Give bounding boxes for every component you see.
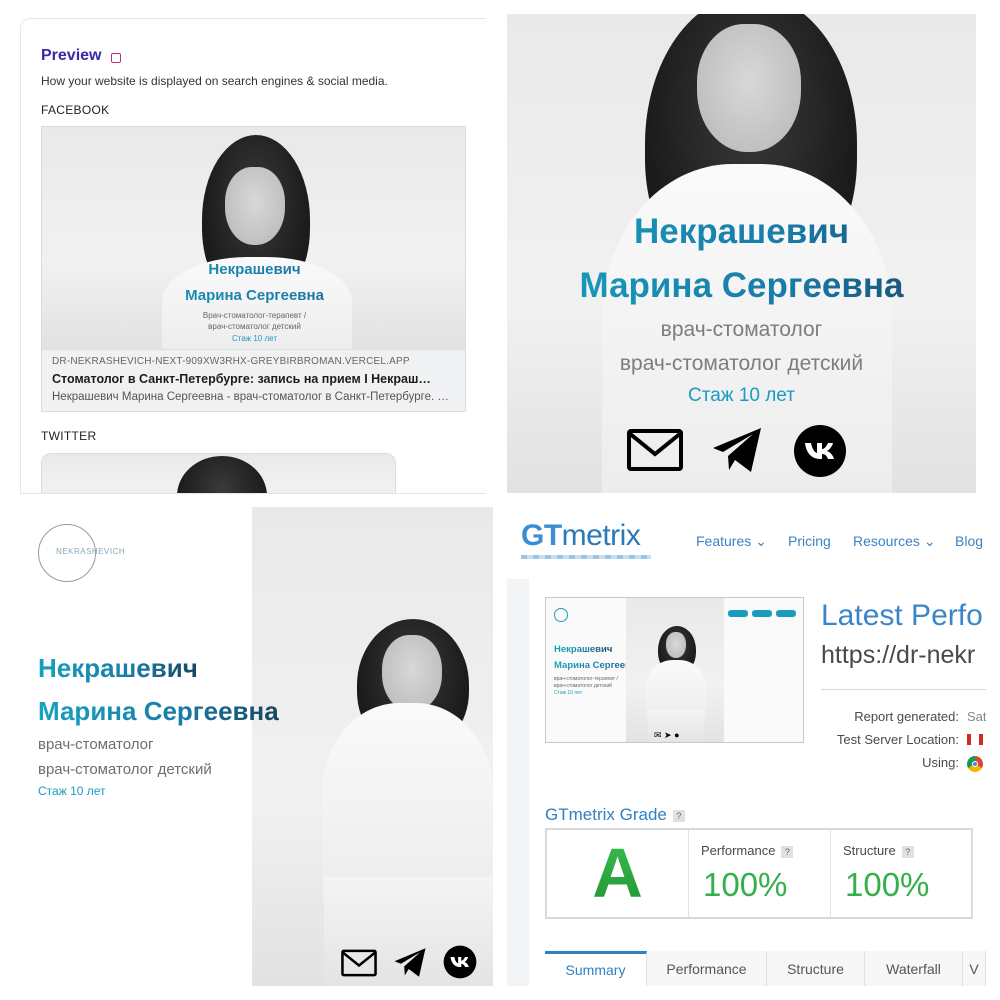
hero-job-line1: врач-стоматолог <box>38 736 154 753</box>
portrait-photo <box>42 454 395 493</box>
facebook-preview-meta: DR-NEKRASHEVICH-NEXT-909XW3RHX-GREYBIRBR… <box>42 349 465 411</box>
hero-large-panel: Некрашевич Марина Сергеевна врач-стомато… <box>507 14 976 493</box>
thumb-job-line1: врач-стоматолог-терапевт / <box>554 676 618 682</box>
card-name-line2: Марина Сергеевна <box>42 287 465 304</box>
thumb-pill <box>776 610 796 617</box>
help-icon[interactable]: ? <box>672 809 685 822</box>
mail-icon[interactable] <box>341 949 377 977</box>
hero-job-line1: врач-стоматолог <box>660 318 823 341</box>
help-icon[interactable]: ? <box>781 845 794 858</box>
card-job-line2: врач-стоматолог детский <box>208 322 301 331</box>
image-icon[interactable] <box>111 53 121 63</box>
hero-job-line2: врач-стоматолог детский <box>619 352 864 375</box>
thumb-pill <box>752 610 772 617</box>
hero-job-line2: врач-стоматолог детский <box>38 761 212 778</box>
thumb-contact-icons: ✉ ➤ ● <box>654 730 680 740</box>
facebook-url: DR-NEKRASHEVICH-NEXT-909XW3RHX-GREYBIRBR… <box>52 356 410 367</box>
report-heading: Latest Perfo <box>821 599 983 632</box>
nav-features[interactable]: Features ⌄ <box>696 533 767 550</box>
card-name-line1: Некрашевич <box>42 261 465 278</box>
hero-experience: Стаж 10 лет <box>688 385 795 406</box>
gtmetrix-header: GTmetrix Features ⌄ Pricing Resources ⌄ … <box>507 507 986 579</box>
facebook-section-label: FACEBOOK <box>41 103 110 117</box>
canada-flag-icon <box>967 734 983 745</box>
preview-title: Preview <box>41 47 102 64</box>
contact-icons <box>341 943 483 979</box>
hero-name-line1: Некрашевич <box>38 653 198 683</box>
page-screenshot-thumbnail[interactable]: Некрашевич Марина Сергеевна врач-стомато… <box>545 597 804 743</box>
facebook-preview-card[interactable]: Некрашевич Марина Сергеевна Врач-стомато… <box>41 126 466 412</box>
grade-title: GTmetrix Grade? <box>545 805 685 825</box>
nav-pricing[interactable]: Pricing <box>788 533 831 549</box>
tab-performance[interactable]: Performance <box>647 951 767 986</box>
logo-underline <box>521 555 651 559</box>
logo <box>554 608 568 622</box>
portrait-photo <box>252 507 493 986</box>
hero-name-line2: Марина Сергеевна <box>507 266 976 306</box>
thumb-pill <box>728 610 748 617</box>
performance-metric: Performance? 100% <box>689 830 831 917</box>
chevron-down-icon: ⌄ <box>923 533 936 549</box>
telegram-icon[interactable] <box>393 947 427 978</box>
twitter-section-label: TWITTER <box>41 429 97 443</box>
server-location-label: Test Server Location: <box>836 732 959 747</box>
tab-structure[interactable]: Structure <box>767 951 865 986</box>
report-content: Некрашевич Марина Сергеевна врач-стомато… <box>529 579 986 986</box>
report-tabs: Summary Performance Structure Waterfall … <box>545 951 986 986</box>
twitter-preview-card[interactable] <box>41 453 396 493</box>
report-generated-value: Sat <box>967 709 986 724</box>
preview-panel: Preview How your website is displayed on… <box>20 18 486 494</box>
structure-value: 100% <box>845 866 930 903</box>
vk-icon[interactable] <box>443 945 477 979</box>
grade-box: A Performance? 100% Structure? 100% <box>545 828 973 919</box>
tab-summary[interactable]: Summary <box>545 951 647 986</box>
performance-value: 100% <box>703 866 788 903</box>
card-job-line1: Врач-стоматолог-терапевт / <box>202 311 307 320</box>
facebook-preview-image: Некрашевич Марина Сергеевна Врач-стомато… <box>42 127 465 349</box>
telegram-icon[interactable] <box>711 426 763 474</box>
logo-text: NEKRASHEVICH <box>56 547 126 556</box>
using-label: Using: <box>922 755 959 770</box>
tab-video[interactable]: V <box>963 951 986 986</box>
hero-name-line2: Марина Сергеевна <box>38 696 279 726</box>
chevron-down-icon: ⌄ <box>755 533 767 549</box>
tab-waterfall[interactable]: Waterfall <box>865 951 963 986</box>
hero-name-line1: Некрашевич <box>507 212 976 252</box>
nav-resources[interactable]: Resources ⌄ <box>853 533 936 550</box>
hero-experience: Стаж 10 лет <box>38 784 106 798</box>
preview-description: How your website is displayed on search … <box>41 74 388 88</box>
card-experience: Стаж 10 лет <box>231 334 277 343</box>
contact-icons <box>627 424 857 480</box>
vk-icon[interactable] <box>793 424 847 478</box>
portrait-photo <box>626 598 724 742</box>
gtmetrix-logo[interactable]: GTmetrix <box>521 519 641 553</box>
chrome-icon <box>967 756 983 772</box>
report-generated-label: Report generated: <box>854 709 959 724</box>
thumb-job-line2: врач-стоматолог детский <box>554 683 612 689</box>
mail-icon[interactable] <box>627 428 683 472</box>
thumb-experience: Стаж 10 лет <box>554 690 583 696</box>
nav-blog[interactable]: Blog <box>955 533 983 549</box>
gtmetrix-panel: GTmetrix Features ⌄ Pricing Resources ⌄ … <box>507 507 986 986</box>
grade-letter: A <box>547 830 689 917</box>
report-url[interactable]: https://dr-nekr <box>821 641 975 670</box>
facebook-title: Стоматолог в Санкт-Петербурге: запись на… <box>52 372 431 386</box>
portrait-photo <box>507 14 976 493</box>
help-icon[interactable]: ? <box>901 845 914 858</box>
thumb-name-line1: Некрашевич <box>554 644 613 655</box>
divider <box>821 689 986 690</box>
hero-split-panel: NEKRASHEVICH Некрашевич Марина Сергеевна… <box>14 507 493 986</box>
facebook-description: Некрашевич Марина Сергеевна - врач-стома… <box>52 391 449 403</box>
structure-metric: Structure? 100% <box>831 830 973 917</box>
